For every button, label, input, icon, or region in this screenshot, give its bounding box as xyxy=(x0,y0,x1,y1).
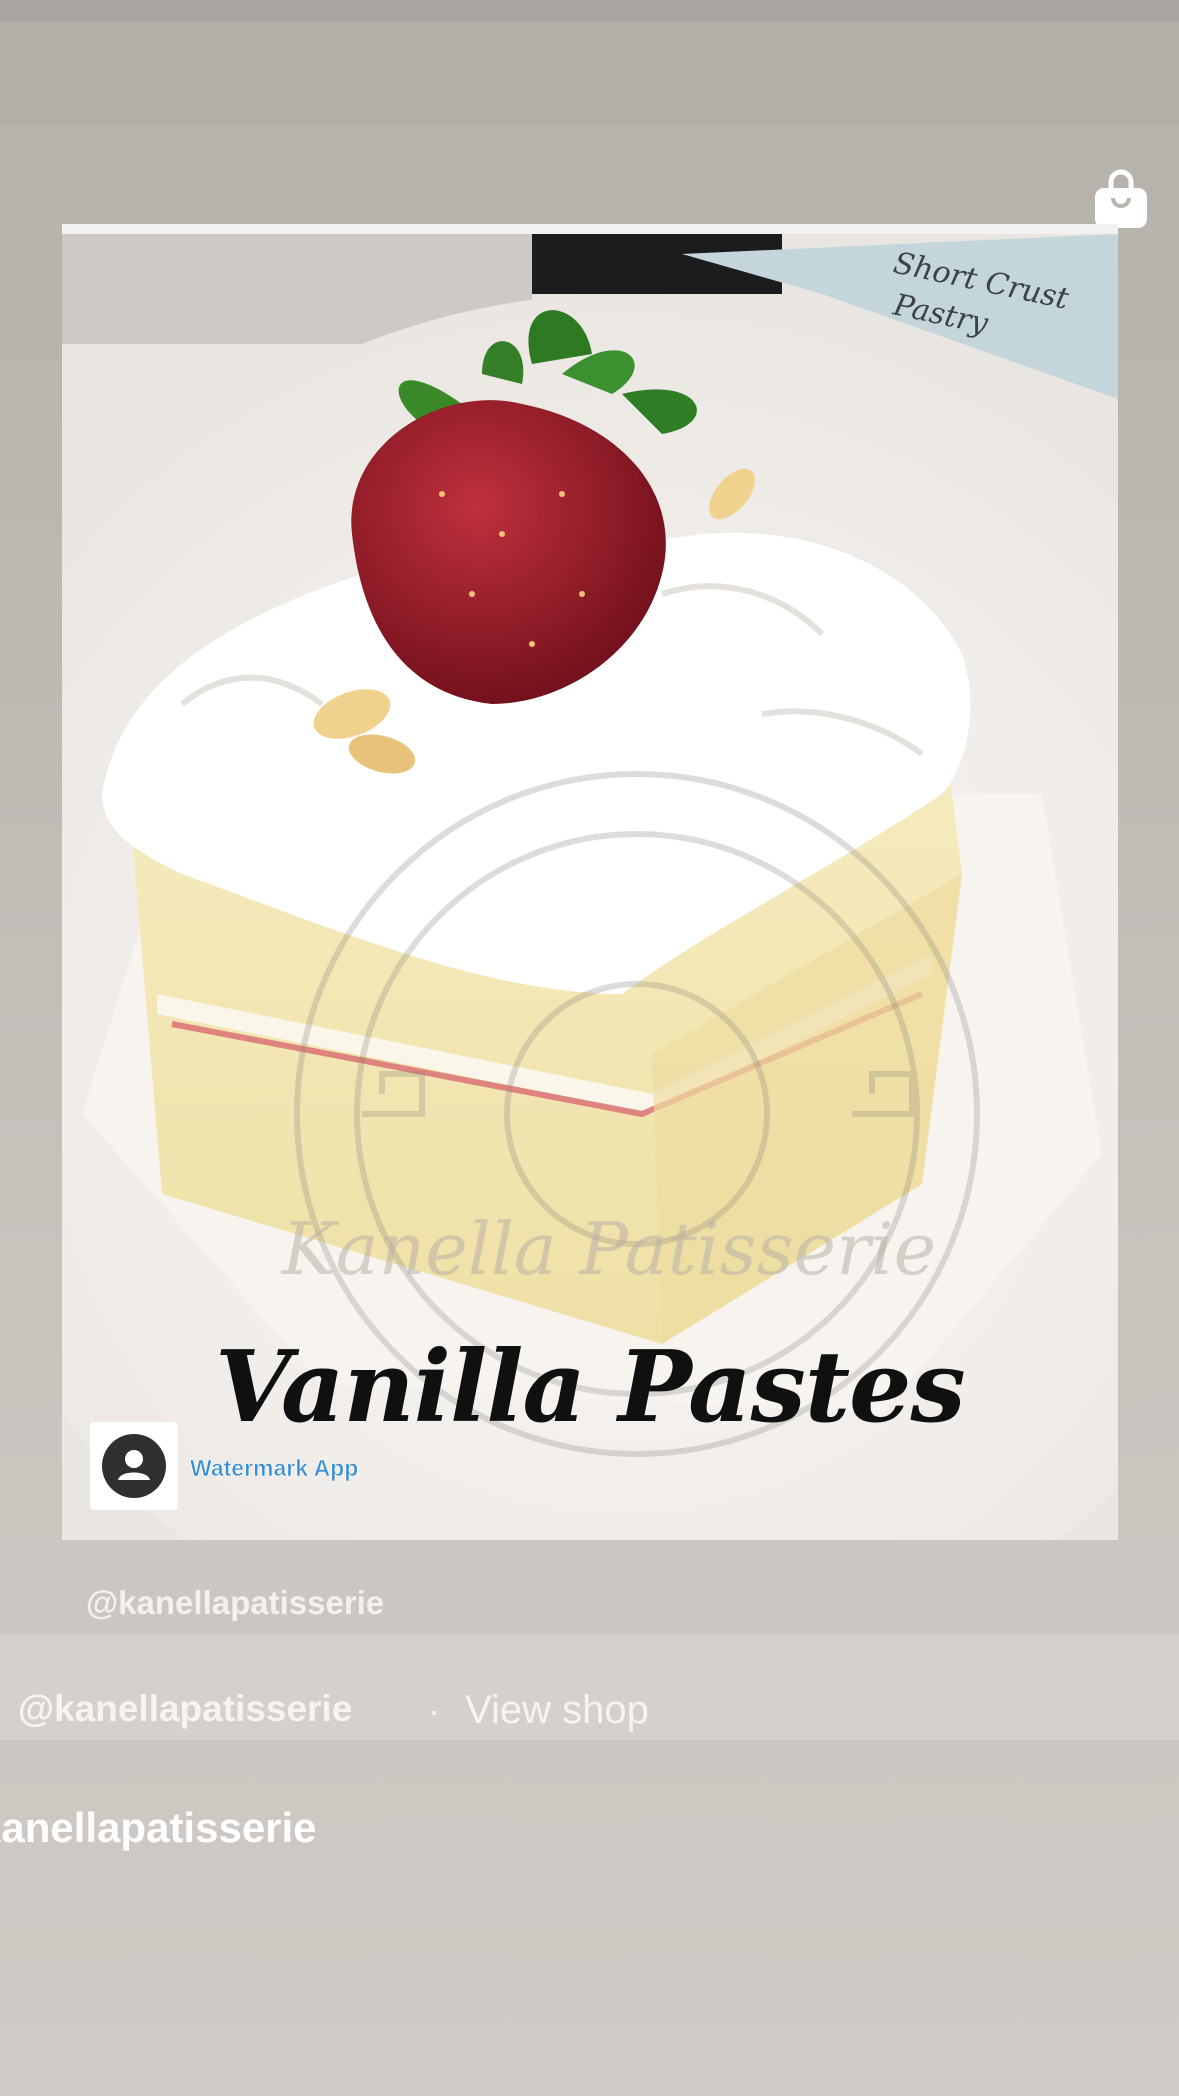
photo-caption-handle: @kanellapatisserie xyxy=(86,1584,385,1621)
svg-text:Kanella Patisserie: Kanella Patisserie xyxy=(280,1207,936,1291)
separator-dot: · xyxy=(428,1690,441,1731)
user-avatar-icon xyxy=(102,1434,166,1498)
product-title: Vanilla Pastes xyxy=(215,1330,966,1445)
watermark-app-label: Watermark App xyxy=(190,1455,359,1482)
status-bar-strip xyxy=(0,0,1179,22)
watermark-avatar xyxy=(90,1422,178,1510)
attribution-handle[interactable]: @kanellapatisserie xyxy=(18,1688,352,1730)
story-username[interactable]: kanellapatisserie xyxy=(0,1804,317,1852)
header-band xyxy=(0,22,1179,126)
view-shop-link[interactable]: View shop xyxy=(465,1688,649,1733)
shopping-bag-icon[interactable] xyxy=(1093,168,1149,230)
